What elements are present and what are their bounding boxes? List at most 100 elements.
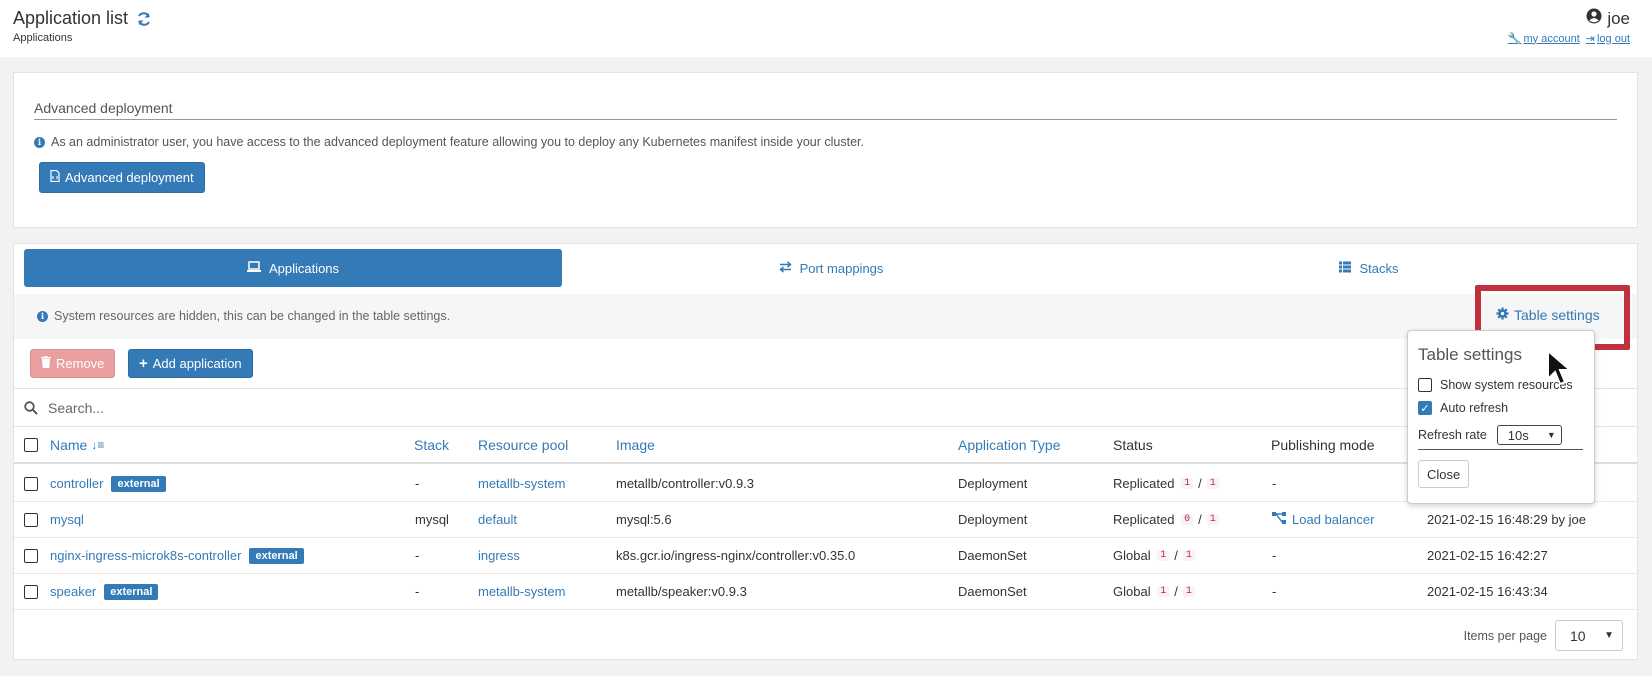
show-system-resources-checkbox[interactable] xyxy=(1418,378,1432,392)
row-checkbox[interactable] xyxy=(24,548,38,563)
file-code-icon xyxy=(50,169,60,185)
running-count: 1 xyxy=(1157,586,1170,597)
table-settings-label: Table settings xyxy=(1514,307,1600,323)
status-cell: Global 1/1 xyxy=(1113,574,1198,609)
popover-title: Table settings xyxy=(1418,345,1522,364)
search-input[interactable] xyxy=(48,399,1548,416)
laptop-icon xyxy=(246,260,261,276)
row-checkbox[interactable] xyxy=(24,512,38,527)
publishing-cell: - xyxy=(1272,548,1277,563)
type-cell: DaemonSet xyxy=(958,584,1027,599)
stack-cell: - xyxy=(415,476,420,491)
refresh-rate-select[interactable]: 10s ▼ xyxy=(1496,425,1562,445)
sort-icon: ↓≡ xyxy=(91,437,105,452)
sign-out-icon: ⇥ xyxy=(1585,33,1595,45)
total-count: 1 xyxy=(1182,550,1195,561)
items-per-page-label: Items per page xyxy=(1463,628,1547,643)
items-per-page-value: 10 xyxy=(1570,627,1586,644)
total-count: 1 xyxy=(1206,514,1219,525)
log-out-label: log out xyxy=(1596,32,1630,45)
table-settings-link[interactable]: Table settings xyxy=(1496,307,1600,323)
image-cell: k8s.gcr.io/ingress-nginx/controller:v0.3… xyxy=(616,548,856,563)
app-name-link[interactable]: speaker xyxy=(50,584,96,599)
external-badge: external xyxy=(104,583,159,600)
log-out-link[interactable]: ⇥ log out xyxy=(1585,32,1630,46)
tab-stacks-label: Stacks xyxy=(1359,260,1399,276)
col-status: Status xyxy=(1113,436,1153,453)
table-row: speaker external - metallb-system metall… xyxy=(14,574,1637,610)
stack-cell: mysql xyxy=(415,512,449,527)
refresh-rate-label: Refresh rate xyxy=(1418,428,1487,442)
items-per-page-select[interactable]: 10 ▼ xyxy=(1555,620,1623,651)
advanced-deployment-button[interactable]: Advanced deployment xyxy=(39,162,205,193)
status-text: Global xyxy=(1113,584,1151,599)
tab-port-mappings-label: Port mappings xyxy=(799,260,884,276)
remove-button[interactable]: Remove xyxy=(30,349,116,378)
resource-pool-link[interactable]: default xyxy=(478,512,517,527)
created-cell: 2021-02-15 16:48:29 by joe xyxy=(1427,512,1587,527)
total-count: 1 xyxy=(1182,586,1195,597)
app-name-link[interactable]: mysql xyxy=(50,512,84,527)
user-menu: joe xyxy=(1586,8,1630,29)
advanced-info: i As an administrator user, you have acc… xyxy=(34,135,864,149)
status-text: Replicated xyxy=(1113,512,1175,527)
stack-cell: - xyxy=(415,584,420,599)
running-count: 0 xyxy=(1181,514,1194,525)
col-resource-pool[interactable]: Resource pool xyxy=(478,427,568,462)
publishing-cell: - xyxy=(1272,476,1277,491)
app-name-link[interactable]: nginx-ingress-microk8s-controller xyxy=(50,548,241,563)
page-header: Application list Applications joe 🔧 my ac… xyxy=(0,0,1652,57)
user-icon xyxy=(1586,8,1602,29)
breadcrumb: Applications xyxy=(13,32,73,44)
table-row: mysql mysql default mysql:5.6 Deployment… xyxy=(14,502,1637,538)
select-all-checkbox[interactable] xyxy=(24,437,38,452)
resource-pool-link[interactable]: ingress xyxy=(478,548,520,563)
row-checkbox[interactable] xyxy=(24,476,38,491)
pagination-controls: Items per page 10 ▼ xyxy=(1464,620,1623,651)
resource-pool-link[interactable]: metallb-system xyxy=(478,584,565,599)
notice-text: System resources are hidden, this can be… xyxy=(54,309,451,323)
tab-applications-label: Applications xyxy=(268,260,340,276)
advanced-deployment-heading: Advanced deployment xyxy=(34,100,173,116)
auto-refresh-label: Auto refresh xyxy=(1440,401,1509,415)
divider xyxy=(34,119,1617,120)
wrench-icon: 🔧 xyxy=(1507,33,1522,45)
load-balancer-link[interactable]: Load balancer xyxy=(1272,512,1374,527)
info-icon: i xyxy=(34,136,45,148)
col-image[interactable]: Image xyxy=(616,427,655,462)
mouse-cursor-icon xyxy=(1546,348,1573,390)
tab-applications[interactable]: Applications xyxy=(24,249,562,287)
auto-refresh-checkbox[interactable]: ✓ xyxy=(1418,401,1432,415)
col-application-type[interactable]: Application Type xyxy=(958,427,1060,462)
page-title: Application list xyxy=(13,8,129,28)
table-row: nginx-ingress-microk8s-controller extern… xyxy=(14,538,1637,574)
add-application-button[interactable]: + Add application xyxy=(128,349,253,378)
row-checkbox[interactable] xyxy=(24,584,38,599)
auto-refresh-option[interactable]: ✓ Auto refresh xyxy=(1418,401,1508,415)
col-name[interactable]: Name ↓≡ xyxy=(50,427,104,462)
external-badge: external xyxy=(249,547,304,564)
select-all-cell[interactable] xyxy=(24,427,38,462)
running-count: 1 xyxy=(1181,478,1194,489)
status-cell: Global 1/1 xyxy=(1113,538,1198,573)
popover-divider xyxy=(1418,449,1583,450)
resource-pool-link[interactable]: metallb-system xyxy=(478,476,565,491)
exchange-icon xyxy=(778,260,792,276)
refresh-rate-row: Refresh rate 10s ▼ xyxy=(1418,425,1562,445)
refresh-icon[interactable] xyxy=(136,11,152,27)
tab-port-mappings[interactable]: Port mappings xyxy=(562,249,1100,287)
col-stack[interactable]: Stack xyxy=(414,427,449,462)
page-title-wrap: Application list xyxy=(13,8,152,29)
status-text: Replicated xyxy=(1113,476,1175,491)
table-header: Name ↓≡ Stack Resource pool Image Applic… xyxy=(14,427,1637,464)
close-button[interactable]: Close xyxy=(1418,460,1470,488)
tab-stacks[interactable]: Stacks xyxy=(1100,249,1638,287)
image-cell: mysql:5.6 xyxy=(616,512,672,527)
app-name-link[interactable]: controller xyxy=(50,476,103,491)
user-links: 🔧 my account ⇥ log out xyxy=(1507,32,1630,46)
my-account-label: my account xyxy=(1523,32,1580,45)
advanced-info-text: As an administrator user, you have acces… xyxy=(51,135,864,149)
type-cell: Deployment xyxy=(958,512,1028,527)
my-account-link[interactable]: 🔧 my account xyxy=(1507,32,1580,46)
publishing-cell: - xyxy=(1272,584,1277,599)
